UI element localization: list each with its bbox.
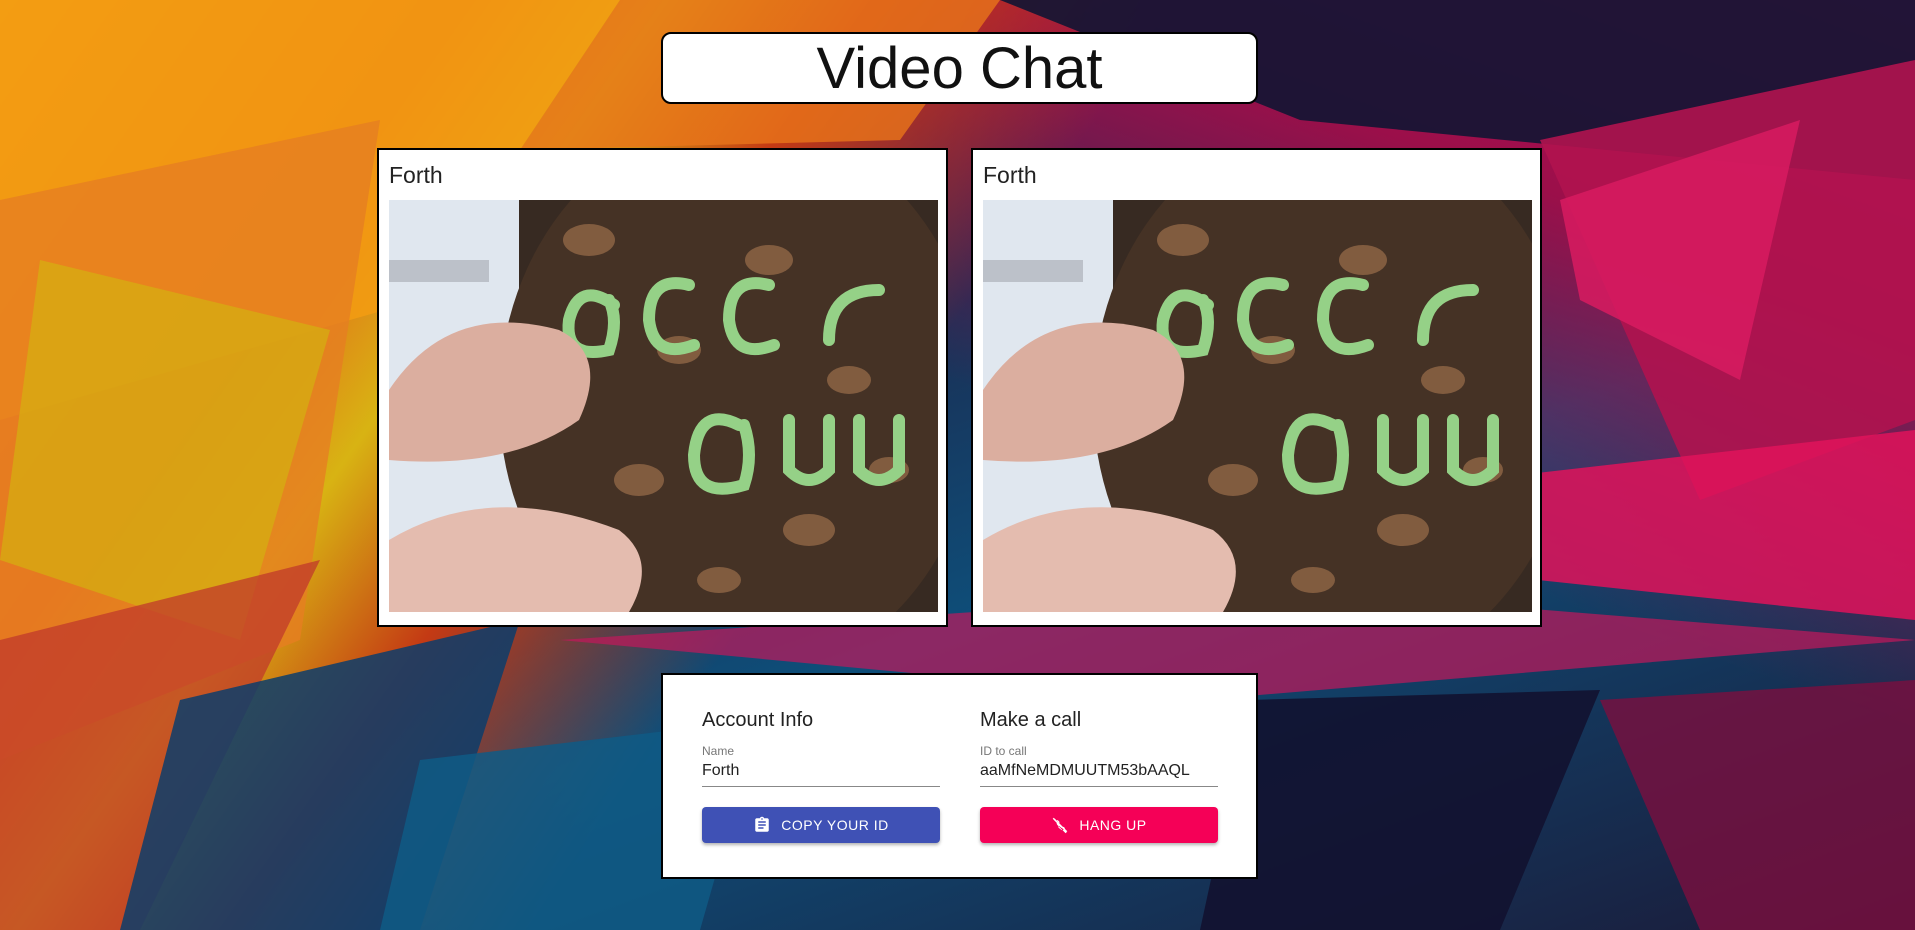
remote-video-card: Forth	[971, 148, 1542, 627]
copy-id-label: COPY YOUR ID	[781, 817, 889, 833]
make-call-heading: Make a call	[980, 709, 1082, 731]
name-label: Name	[702, 744, 735, 758]
local-video-stream	[389, 200, 938, 612]
account-info-section: Account Info Name COPY YOUR ID	[702, 709, 940, 843]
phone-disabled-icon	[1053, 817, 1068, 834]
name-input[interactable]	[702, 758, 940, 787]
account-info-heading: Account Info	[702, 709, 814, 731]
clipboard-icon	[755, 816, 770, 832]
id-to-call-label: ID to call	[980, 744, 1027, 758]
local-video-card: Forth	[377, 148, 948, 627]
page-title: Video Chat	[661, 32, 1258, 104]
make-call-section: Make a call ID to call HANG UP	[980, 709, 1218, 843]
remote-video-name: Forth	[983, 162, 1037, 188]
hang-up-label: HANG UP	[1079, 817, 1147, 833]
copy-id-button[interactable]: COPY YOUR ID	[702, 807, 940, 843]
remote-video-stream	[983, 200, 1532, 612]
call-controls-panel: Account Info Name COPY YOUR ID Make a ca…	[661, 673, 1258, 879]
hang-up-button[interactable]: HANG UP	[980, 807, 1218, 843]
local-video-name: Forth	[389, 162, 443, 188]
id-to-call-input[interactable]	[980, 758, 1218, 787]
